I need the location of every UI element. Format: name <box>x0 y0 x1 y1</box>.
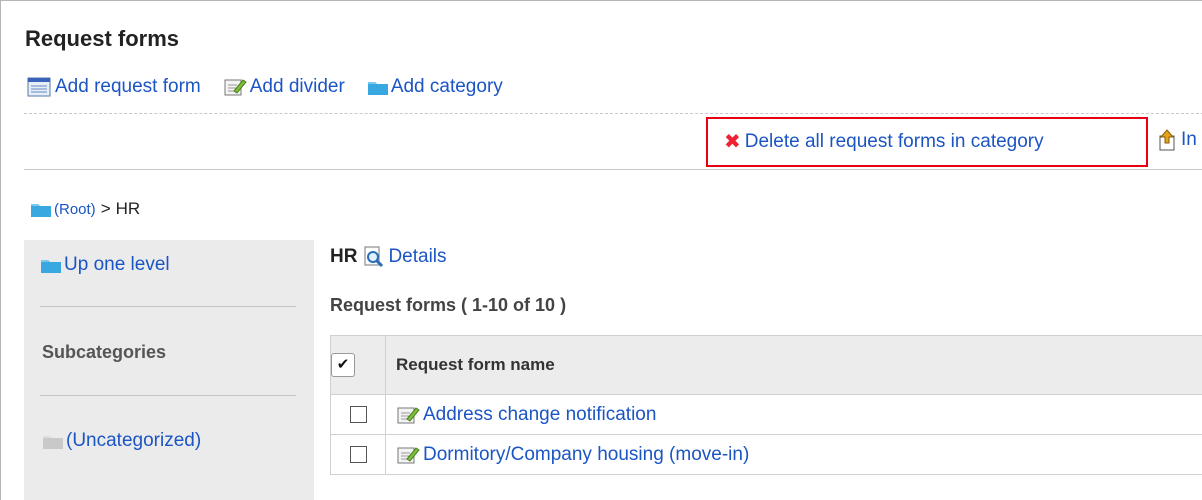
folder-icon <box>367 79 389 96</box>
details-icon <box>363 246 385 268</box>
sidebar-item-uncategorized[interactable]: (Uncategorized) <box>42 430 201 452</box>
uncategorized-label[interactable]: (Uncategorized) <box>66 430 201 452</box>
page-title: Request forms <box>25 26 179 52</box>
select-all-cell: ✔ <box>331 336 386 395</box>
folder-icon <box>40 257 62 274</box>
folder-icon <box>30 201 52 218</box>
table-row: Dormitory/Company housing (move-in) <box>331 435 1202 475</box>
list-count: Request forms ( 1-10 of 10 ) <box>330 295 566 316</box>
dashed-divider <box>24 113 1202 114</box>
toolbar: Add request form Add divider Add categor… <box>27 74 525 100</box>
add-request-form-label[interactable]: Add request form <box>55 76 201 98</box>
add-request-form-button[interactable]: Add request form <box>27 76 201 98</box>
edit-icon <box>223 77 247 97</box>
subcategories-heading: Subcategories <box>42 342 166 363</box>
folder-gray-icon <box>42 433 64 450</box>
import-button[interactable]: In <box>1158 129 1197 151</box>
upload-icon <box>1158 129 1178 151</box>
row-name-cell: Dormitory/Company housing (move-in) <box>386 435 1202 475</box>
add-divider-label[interactable]: Add divider <box>250 76 345 98</box>
request-form-link[interactable]: Address change notification <box>423 404 656 426</box>
row-checkbox-cell <box>331 435 386 475</box>
row-checkbox[interactable] <box>350 446 367 463</box>
row-name-cell: Address change notification <box>386 395 1202 435</box>
select-all-checkbox[interactable]: ✔ <box>331 353 355 377</box>
form-edit-icon <box>396 405 420 425</box>
delete-all-button[interactable]: ✖ Delete all request forms in category <box>706 117 1148 167</box>
row-checkbox-cell <box>331 395 386 435</box>
breadcrumb-separator: > <box>101 199 111 219</box>
divider <box>24 169 1202 170</box>
form-icon <box>27 77 51 97</box>
row-checkbox[interactable] <box>350 406 367 423</box>
category-sidebar: Up one level Subcategories (Uncategorize… <box>24 240 314 500</box>
details-link[interactable]: Details <box>388 246 446 268</box>
delete-icon: ✖ <box>724 132 741 152</box>
up-one-level-link[interactable]: Up one level <box>40 254 170 276</box>
sidebar-divider <box>40 306 296 307</box>
breadcrumb: (Root) > HR <box>30 196 140 222</box>
form-edit-icon <box>396 445 420 465</box>
request-form-table: ✔ Request form name Address change <box>330 335 1202 475</box>
sidebar-divider <box>40 395 296 396</box>
category-header: HR Details <box>330 246 447 268</box>
add-divider-button[interactable]: Add divider <box>223 76 345 98</box>
delete-all-label[interactable]: Delete all request forms in category <box>745 131 1044 153</box>
table-header-row: ✔ Request form name <box>331 336 1202 395</box>
category-name: HR <box>330 246 357 268</box>
column-header-name: Request form name <box>386 336 1202 395</box>
up-one-level-label[interactable]: Up one level <box>64 254 170 276</box>
add-category-label[interactable]: Add category <box>391 76 503 98</box>
add-category-button[interactable]: Add category <box>367 76 503 98</box>
request-form-link[interactable]: Dormitory/Company housing (move-in) <box>423 444 749 466</box>
import-label[interactable]: In <box>1181 129 1197 151</box>
table-row: Address change notification <box>331 395 1202 435</box>
breadcrumb-root-link[interactable]: (Root) <box>54 201 96 218</box>
breadcrumb-current: HR <box>116 199 141 219</box>
